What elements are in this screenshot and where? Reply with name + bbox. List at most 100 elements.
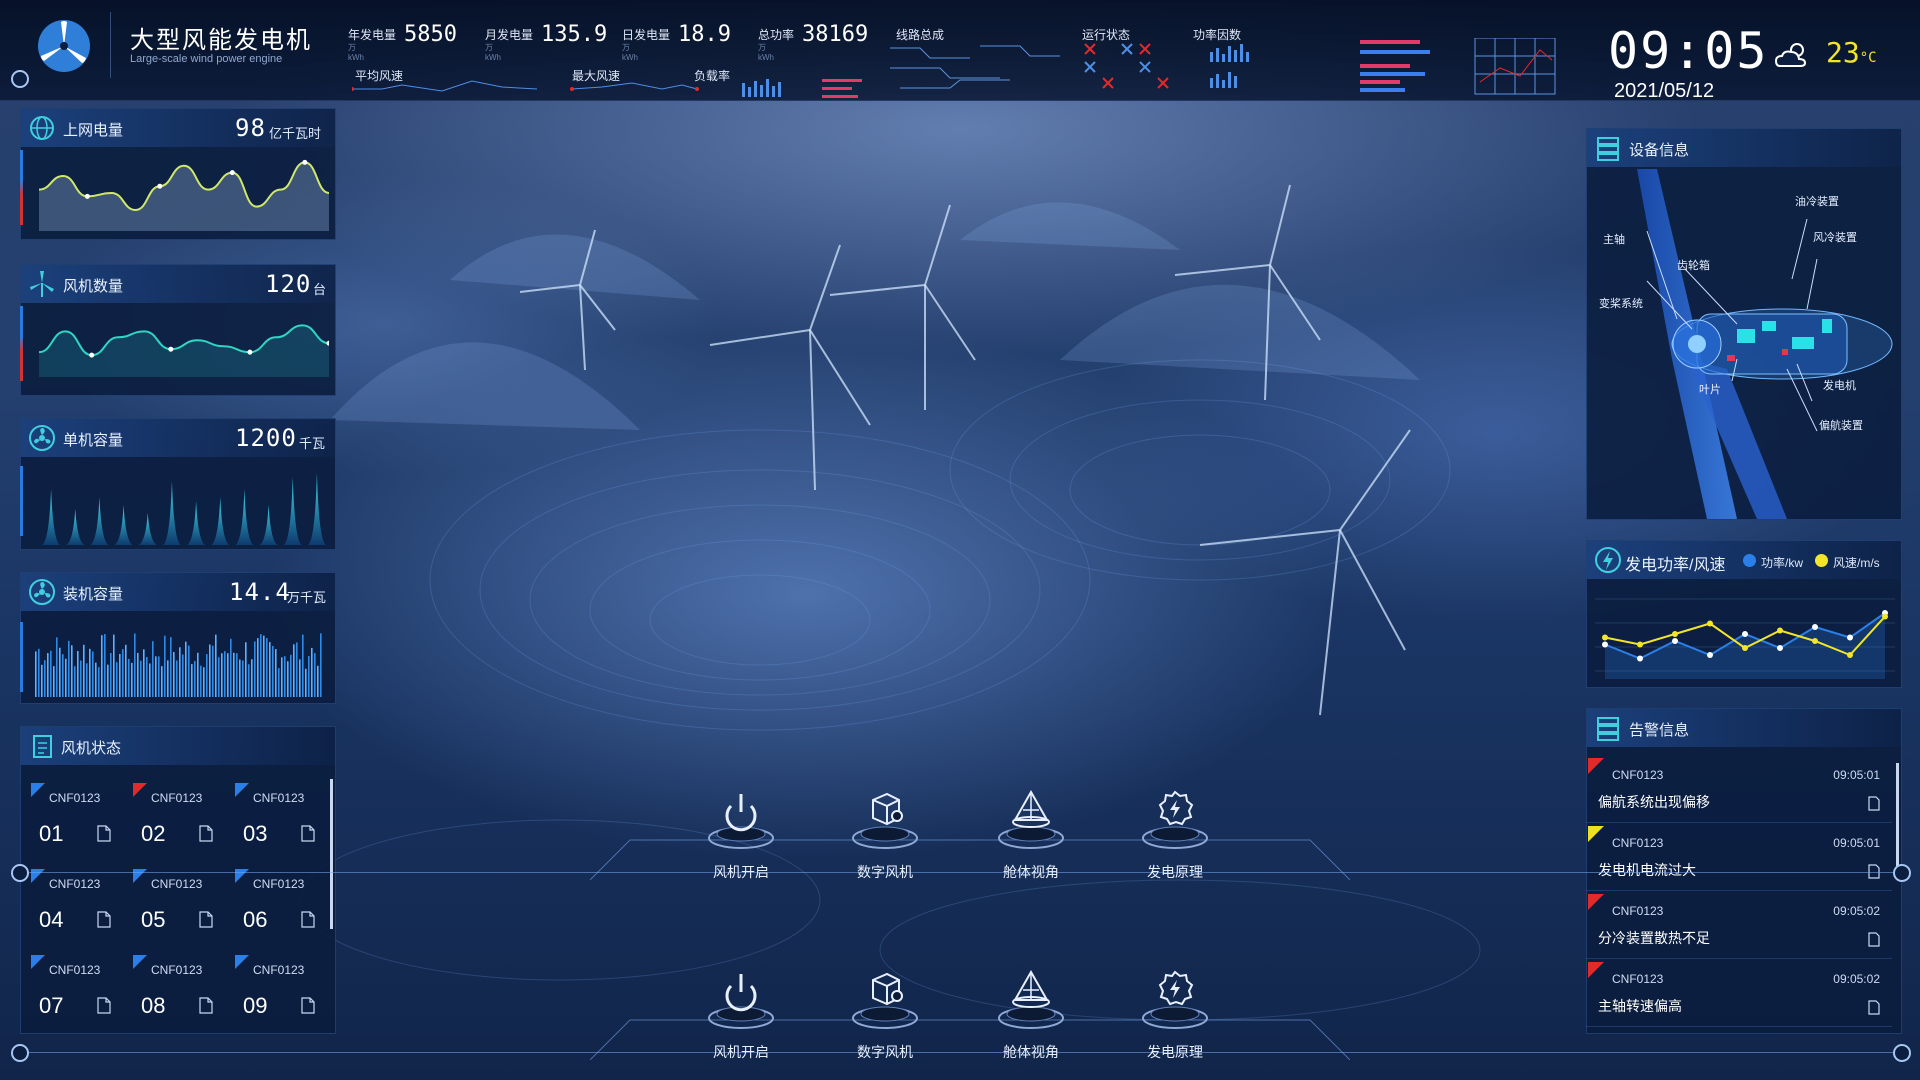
capacity-peak xyxy=(307,473,326,545)
turbine-code: CNF0123 xyxy=(253,791,305,805)
alert-level-flag xyxy=(1588,826,1604,842)
status-flag xyxy=(31,783,45,797)
turbine-cell[interactable]: CNF0123 02 xyxy=(127,779,227,861)
status-flag xyxy=(31,955,45,969)
alert-message: 偏航系统出现偏移 xyxy=(1598,794,1710,810)
capacity-bar xyxy=(59,647,61,697)
alert-time: 09:05:02 xyxy=(1833,972,1880,986)
wind-point xyxy=(1812,638,1818,644)
document-icon[interactable] xyxy=(97,997,111,1014)
panel-unit: 千瓦 xyxy=(299,436,326,451)
capacity-peak xyxy=(211,497,230,545)
power-point xyxy=(1637,655,1643,662)
capacity-bar xyxy=(161,666,163,697)
capacity-bar xyxy=(245,642,247,697)
turbine-nacelle-diagram xyxy=(1637,169,1893,519)
alert-item[interactable]: CNF0123 09:05:02 分冷装置散热不足 xyxy=(1586,892,1892,959)
capacity-peak xyxy=(235,489,254,545)
nav-label: 风机开启 xyxy=(713,1044,769,1060)
document-icon[interactable] xyxy=(199,825,213,842)
nav-label: 数字风机 xyxy=(857,1044,913,1060)
capacity-peak xyxy=(283,477,302,545)
document-icon[interactable] xyxy=(301,825,315,842)
turbine-cell[interactable]: CNF0123 04 xyxy=(25,865,125,947)
capacity-peak xyxy=(162,481,181,545)
turbine-cell[interactable]: CNF0123 01 xyxy=(25,779,125,861)
nav-button-3[interactable]: 舱体视角 xyxy=(976,782,1086,882)
nav-button-1[interactable]: 风机开启 xyxy=(686,782,796,882)
nav-button-2[interactable]: 数字风机 xyxy=(830,962,940,1062)
capacity-bar xyxy=(185,641,187,697)
nav-button-4[interactable]: 发电原理 xyxy=(1120,782,1230,882)
wind-point xyxy=(1742,645,1748,651)
capacity-bar xyxy=(95,662,97,697)
power-point xyxy=(1742,631,1748,637)
turbine-code: CNF0123 xyxy=(253,877,305,891)
alert-code: CNF0123 xyxy=(1612,904,1664,918)
document-icon[interactable] xyxy=(97,825,111,842)
turbine-cell[interactable]: CNF0123 06 xyxy=(229,865,329,947)
capacity-bar xyxy=(284,656,286,697)
power-icon xyxy=(708,794,774,849)
capacity-bar xyxy=(155,656,157,697)
nav-button-3[interactable]: 舱体视角 xyxy=(976,962,1086,1062)
document-icon[interactable] xyxy=(1868,1000,1880,1015)
capacity-bar xyxy=(269,642,271,697)
capacity-bar xyxy=(77,651,79,697)
document-icon[interactable] xyxy=(97,911,111,928)
turbine-code: CNF0123 xyxy=(253,963,305,977)
panel-edge xyxy=(20,306,23,381)
alert-code: CNF0123 xyxy=(1612,768,1664,782)
alerts-scrollbar[interactable] xyxy=(1896,763,1899,873)
document-icon[interactable] xyxy=(199,911,213,928)
alert-item[interactable]: CNF0123 09:05:01 偏航系统出现偏移 xyxy=(1586,756,1892,823)
turbine-cell[interactable]: CNF0123 03 xyxy=(229,779,329,861)
stat-value: 18.9 xyxy=(678,22,731,47)
document-icon[interactable] xyxy=(301,911,315,928)
turbine-cell[interactable]: CNF0123 08 xyxy=(127,951,227,1033)
capacity-peak xyxy=(114,505,133,545)
turbine-cell[interactable]: CNF0123 05 xyxy=(127,865,227,947)
legend-wind-label: 风速/m/s xyxy=(1833,556,1880,570)
panel-title: 单机容量 xyxy=(63,432,124,449)
turbine-cell[interactable]: CNF0123 09 xyxy=(229,951,329,1033)
wind-point xyxy=(1707,620,1713,627)
turbine-code: CNF0123 xyxy=(49,877,101,891)
server-icon xyxy=(1597,717,1619,741)
capacity-bar xyxy=(92,651,94,697)
capacity-bar xyxy=(125,644,127,697)
alert-item[interactable]: CNF0123 09:05:02 主轴转速偏高 xyxy=(1586,960,1892,1027)
document-icon[interactable] xyxy=(301,997,315,1014)
stat-unit: 万kWh xyxy=(758,43,774,62)
alert-item[interactable]: CNF0123 09:05:01 发电机电流过大 xyxy=(1586,824,1892,891)
nav-button-2[interactable]: 数字风机 xyxy=(830,782,940,882)
document-icon[interactable] xyxy=(1868,932,1880,947)
capacity-bar xyxy=(257,638,259,697)
nav-label: 风机开启 xyxy=(713,864,769,880)
status-scrollbar[interactable] xyxy=(330,779,333,929)
nav-button-1[interactable]: 风机开启 xyxy=(686,962,796,1062)
capacity-peak xyxy=(66,509,85,545)
callout-blade: 叶片 xyxy=(1699,384,1721,396)
unit-capacity-panel: 单机容量 1200 千瓦 xyxy=(20,418,336,550)
turbine-cell[interactable]: CNF0123 07 xyxy=(25,951,125,1033)
turbine-number: 01 xyxy=(39,821,64,846)
panel-title: 风机数量 xyxy=(63,278,124,295)
capacity-bar xyxy=(302,634,304,697)
alert-level-flag xyxy=(1588,758,1604,774)
grid-power-panel: 上网电量 98 亿千瓦时 xyxy=(20,108,336,240)
nav-button-4[interactable]: 发电原理 xyxy=(1120,962,1230,1062)
frame-node xyxy=(1893,864,1911,882)
capacity-peak xyxy=(138,513,157,545)
capacity-bar xyxy=(218,657,220,697)
capacity-bar xyxy=(206,654,208,697)
capacity-bar xyxy=(128,658,130,697)
installed-capacity-panel: 装机容量 14.4 万千瓦 xyxy=(20,572,336,704)
capacity-peak xyxy=(90,497,109,545)
cube-gear-icon xyxy=(852,792,918,849)
document-icon[interactable] xyxy=(199,997,213,1014)
capacity-bar xyxy=(101,635,103,697)
document-icon[interactable] xyxy=(1868,796,1880,811)
panel-title: 装机容量 xyxy=(63,586,124,603)
panel-title: 风机状态 xyxy=(61,740,122,757)
